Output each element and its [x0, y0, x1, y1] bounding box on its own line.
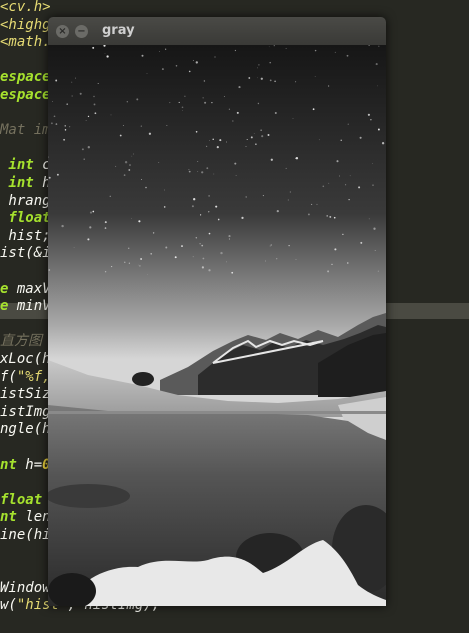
code-token: h= — [16, 456, 43, 473]
code-line: e maxV — [0, 281, 51, 298]
code-token: <highg — [0, 16, 51, 33]
code-token: espace — [0, 87, 51, 103]
code-token: float — [0, 210, 51, 227]
code-line: nt h=0 — [0, 457, 51, 474]
code-line: hist; — [0, 227, 51, 245]
code-token: "%f, — [16, 368, 51, 385]
code-line: Mat im — [0, 122, 51, 139]
code-line: <cv.h> — [0, 0, 51, 16]
code-token: hrang — [0, 192, 51, 209]
code-token: ine(hi — [0, 527, 51, 543]
gray-image-window[interactable]: × − gray — [48, 17, 386, 606]
code-line: int h — [0, 175, 50, 192]
grayscale-image — [48, 44, 386, 606]
code-line: hrang — [0, 192, 51, 210]
window-title: gray — [102, 23, 135, 38]
code-token: nt — [0, 509, 17, 526]
code-token: nt — [0, 456, 17, 473]
code-line: e minV — [0, 298, 51, 315]
code-token: 直方图 — [0, 333, 42, 350]
code-line: 直方图 — [0, 333, 42, 350]
minimize-icon[interactable]: − — [75, 25, 88, 38]
code-token: istImg — [0, 403, 51, 420]
close-icon[interactable]: × — [56, 25, 69, 38]
code-token: ngle(h — [0, 421, 51, 438]
code-token: f( — [0, 368, 17, 385]
code-token: xLoc(h — [0, 351, 51, 367]
code-line: espace — [0, 87, 51, 104]
window-titlebar[interactable]: × − gray — [48, 17, 386, 45]
code-token: <cv.h> — [0, 0, 51, 15]
code-token: ist(&i — [0, 245, 51, 262]
code-token: espace — [0, 69, 51, 86]
code-line: float — [0, 210, 51, 227]
code-token: maxV — [8, 280, 51, 297]
code-token: w( — [0, 597, 17, 614]
code-line: <highg — [0, 17, 51, 34]
code-token: hist; — [0, 227, 51, 244]
code-token: float — [0, 491, 43, 508]
code-token: <math. — [0, 34, 51, 51]
code-line: istSiz — [0, 386, 51, 403]
code-line: f("%f, — [0, 369, 51, 386]
code-token: int — [0, 175, 34, 191]
code-token: int — [0, 157, 34, 174]
code-line: espace — [0, 69, 51, 86]
night-sky-lake-photo — [48, 44, 386, 606]
code-token: minV — [8, 298, 51, 315]
code-line: <math. — [0, 34, 51, 51]
code-token: Mat im — [0, 122, 51, 139]
code-line: int c — [0, 157, 50, 174]
code-token: istSiz — [0, 386, 51, 403]
code-line: xLoc(h — [0, 351, 51, 368]
code-token: len — [16, 509, 51, 526]
